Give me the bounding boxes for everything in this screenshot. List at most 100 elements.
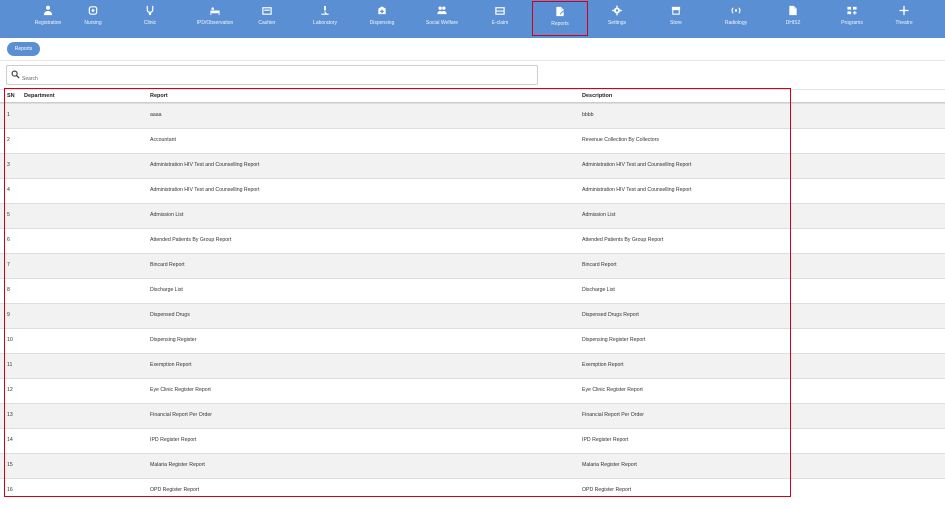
cell-description: Dispensed Drugs Report	[582, 312, 639, 318]
cell-description: Discharge List	[582, 287, 615, 293]
cell-report[interactable]: Dispensing Register	[150, 337, 196, 343]
nav-item-reports[interactable]: Reports	[532, 1, 588, 36]
cell-description: Administration HIV Test and Counselling …	[582, 187, 692, 193]
cell-sn: 7	[7, 262, 10, 268]
column-header-description: Description	[582, 93, 613, 99]
cell-description: Dispensing Register Report	[582, 337, 646, 343]
cell-sn: 14	[7, 437, 13, 443]
cell-report[interactable]: Malaria Register Report	[150, 462, 205, 468]
cell-report[interactable]: Eye Clinic Register Report	[150, 387, 211, 393]
people-icon	[437, 6, 447, 15]
cell-description: Revenue Collection By Collectors	[582, 137, 659, 143]
table-header: SN Department Report Description	[0, 89, 945, 103]
table-row[interactable]: 2 Accountant Revenue Collection By Collect…	[0, 128, 945, 153]
table-row[interactable]: 16 OPD Register Report OPD Register Report	[0, 478, 945, 503]
cell-description: Financial Report Per Order	[582, 412, 644, 418]
nav-item-dispensing[interactable]: Dispensing	[356, 0, 408, 38]
cell-report[interactable]: Administration HIV Test and Counselling …	[150, 187, 259, 193]
cell-report[interactable]: Exemption Report	[150, 362, 192, 368]
cell-report[interactable]: Attended Patients By Group Report	[150, 237, 231, 243]
nav-item-label: Theatre	[895, 20, 913, 26]
cell-sn: 5	[7, 212, 10, 218]
table-row[interactable]: 1 aaaa bbbb	[0, 103, 945, 128]
nav-item-label: Dispensing	[369, 20, 395, 26]
nav-item-dhis2[interactable]: DHIS2	[767, 0, 819, 38]
cell-description: Attended Patients By Group Report	[582, 237, 664, 243]
cell-description: Exemption Report	[582, 362, 624, 368]
cell-report[interactable]: IPD Register Report	[150, 437, 196, 443]
cell-sn: 3	[7, 162, 10, 168]
cell-sn: 16	[7, 487, 13, 493]
cell-report[interactable]: Accountant	[150, 137, 176, 143]
programs-icon	[847, 6, 857, 15]
nav-item-label: Settings	[607, 20, 627, 26]
cell-report[interactable]: aaaa	[150, 112, 162, 118]
cell-report[interactable]: Admission List	[150, 212, 183, 218]
nav-item-cashier[interactable]: Cashier	[241, 0, 293, 38]
cell-sn: 12	[7, 387, 13, 393]
nav-item-label: Programs	[841, 20, 863, 26]
nav-item-label: Laboratory	[313, 20, 337, 26]
table-row[interactable]: 5 Admission List Admission List	[0, 203, 945, 228]
nav-item-settings[interactable]: Settings	[591, 0, 643, 38]
table-row[interactable]: 3 Administration HIV Test and Counselling…	[0, 153, 945, 178]
nav-item-label: E-claim	[491, 20, 509, 26]
cell-report[interactable]: Bincard Report	[150, 262, 185, 268]
nav-item-laboratory[interactable]: Laboratory	[299, 0, 351, 38]
store-icon	[671, 6, 681, 15]
table-row[interactable]: 12 Eye Clinic Register Report Eye Clinic R…	[0, 378, 945, 403]
stethoscope-icon	[146, 5, 154, 15]
nav-item-ipd-observation[interactable]: IPD/Observation	[189, 0, 241, 38]
cell-report[interactable]: Dispensed Drugs	[150, 312, 190, 318]
nav-item-nursing[interactable]: Nursing	[67, 0, 119, 38]
column-header-department: Department	[24, 93, 55, 99]
microscope-icon	[321, 5, 329, 15]
upload-file-icon	[789, 5, 797, 16]
cell-sn: 10	[7, 337, 13, 343]
table-row[interactable]: 7 Bincard Report Bincard Report	[0, 253, 945, 278]
claim-box-icon	[495, 7, 505, 15]
table-row[interactable]: 14 IPD Register Report IPD Register Report	[0, 428, 945, 453]
cell-description: Administration HIV Test and Counselling …	[582, 162, 692, 168]
top-navigation-bar: Registration Nursing Clinic IPD/Observation…	[0, 0, 945, 38]
cell-sn: 15	[7, 462, 13, 468]
table-row[interactable]: 11 Exemption Report Exemption Report	[0, 353, 945, 378]
bed-icon	[210, 7, 220, 16]
nav-item-social-welfare[interactable]: Social Welfare	[416, 0, 468, 38]
column-header-sn: SN	[7, 93, 15, 99]
nav-item-programs[interactable]: Programs	[826, 0, 878, 38]
cell-report[interactable]: Discharge List	[150, 287, 183, 293]
radiology-icon	[731, 7, 741, 14]
table-row[interactable]: 8 Discharge List Discharge List	[0, 278, 945, 303]
cell-description: Bincard Report	[582, 262, 617, 268]
cell-report[interactable]: Financial Report Per Order	[150, 412, 212, 418]
reports-table: SN Department Report Description 1 aaaa bb…	[0, 89, 945, 503]
divider	[0, 60, 945, 61]
nav-item-label: Nursing	[84, 20, 102, 26]
cell-sn: 8	[7, 287, 10, 293]
table-row[interactable]: 9 Dispensed Drugs Dispensed Drugs Report	[0, 303, 945, 328]
nav-item-store[interactable]: Store	[650, 0, 702, 38]
table-row[interactable]: 15 Malaria Register Report Malaria Registe…	[0, 453, 945, 478]
cell-sn: 9	[7, 312, 10, 318]
nav-item-label: Radiology	[724, 20, 748, 26]
table-row[interactable]: 13 Financial Report Per Order Financial Re…	[0, 403, 945, 428]
table-row[interactable]: 10 Dispensing Register Dispensing Register…	[0, 328, 945, 353]
cell-description: IPD Register Report	[582, 437, 629, 443]
nav-item-clinic[interactable]: Clinic	[124, 0, 176, 38]
breadcrumb-reports[interactable]: Reports	[7, 42, 40, 56]
column-header-report: Report	[150, 93, 168, 99]
search-input[interactable]	[22, 74, 522, 84]
nav-item-label: Social Welfare	[425, 20, 459, 26]
cell-report[interactable]: Administration HIV Test and Counselling …	[150, 162, 259, 168]
cell-report[interactable]: OPD Register Report	[150, 487, 199, 493]
nav-item-e-claim[interactable]: E-claim	[474, 0, 526, 38]
table-row[interactable]: 4 Administration HIV Test and Counselling…	[0, 178, 945, 203]
cell-description: OPD Register Report	[582, 487, 632, 493]
table-row[interactable]: 6 Attended Patients By Group Report Attend…	[0, 228, 945, 253]
nav-item-radiology[interactable]: Radiology	[710, 0, 762, 38]
cash-register-icon	[262, 7, 272, 15]
cell-sn: 13	[7, 412, 13, 418]
nav-item-theatre[interactable]: Theatre	[878, 0, 930, 38]
gear-icon	[612, 5, 622, 16]
